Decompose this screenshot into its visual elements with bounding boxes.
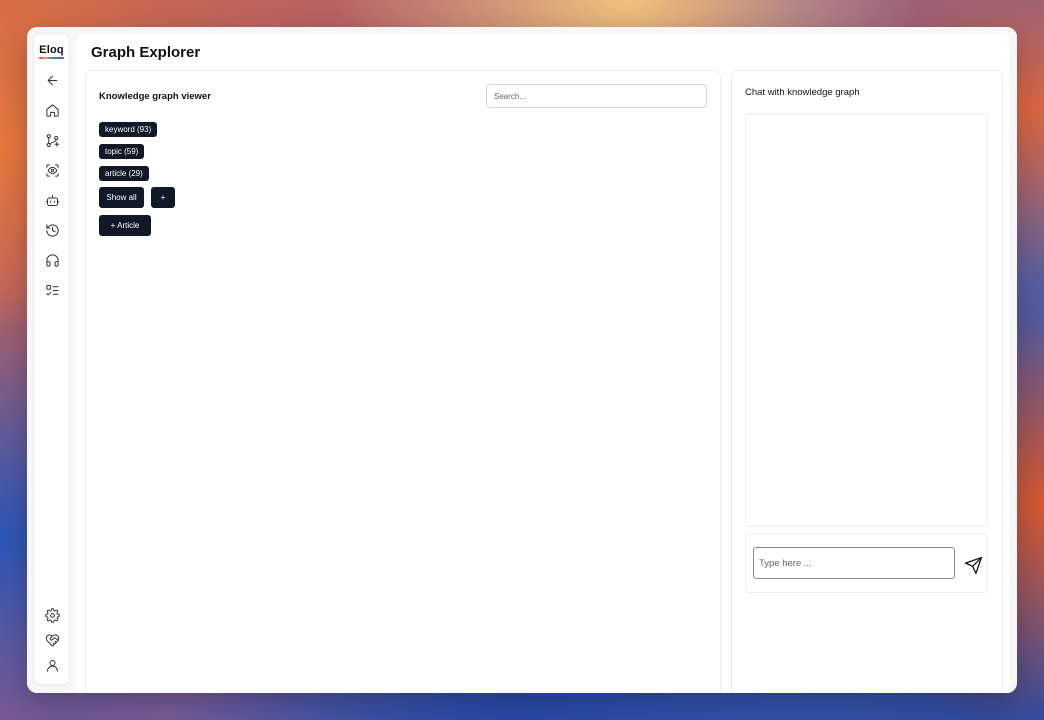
filter-chip-keyword[interactable]: keyword (93) [99,122,158,137]
sidebar: Eloq [34,34,69,684]
sidebar-item-graph[interactable] [42,130,62,150]
chat-messages-area[interactable] [745,113,988,527]
sidebar-item-profile[interactable] [42,655,62,675]
sidebar-item-home[interactable] [42,100,62,120]
chat-input[interactable] [753,547,955,579]
history-icon [45,223,59,237]
app-logo-text: Eloq [39,44,64,56]
sidebar-item-scan[interactable] [42,160,62,180]
sidebar-item-support[interactable] [42,250,62,270]
headphones-icon [45,253,59,267]
filter-chip-article[interactable]: article (29) [99,166,149,181]
filter-chip-topic[interactable]: topic (59) [99,144,145,159]
chat-input-container [745,533,988,593]
sidebar-item-settings[interactable] [42,605,62,625]
gear-icon [44,607,60,623]
git-branch-plus-icon [46,133,59,147]
knowledge-graph-panel: Knowledge graph viewer keyword (93) topi… [85,70,721,693]
sidebar-item-health[interactable] [42,630,62,650]
logo-gradient-bar [39,57,64,59]
page-title: Graph Explorer [91,44,201,61]
scan-eye-icon [45,163,59,177]
back-button[interactable] [42,70,62,90]
bot-icon [45,194,59,206]
main-content: Graph Explorer Knowledge graph viewer ke… [76,34,1010,693]
app-window: Eloq Graph Explorer Knowledge graph view… [27,27,1017,693]
chat-panel: Chat with knowledge graph [731,70,1003,693]
home-icon [45,103,59,117]
list-checks-icon [45,284,59,295]
add-article-button[interactable]: + Article [99,215,151,236]
send-icon [964,556,982,574]
show-all-button[interactable]: Show all [99,187,144,208]
add-filter-button[interactable]: + [151,187,175,208]
sidebar-item-list[interactable] [42,280,62,300]
viewer-title: Knowledge graph viewer [99,91,211,102]
search-input[interactable] [486,84,707,108]
send-button[interactable] [962,554,984,576]
chat-title: Chat with knowledge graph [745,87,860,98]
user-icon [46,659,58,672]
arrow-left-icon [47,75,57,85]
heart-handshake-icon [45,633,59,647]
app-logo[interactable]: Eloq [39,44,64,59]
sidebar-item-history[interactable] [42,220,62,240]
sidebar-item-bot[interactable] [42,190,62,210]
